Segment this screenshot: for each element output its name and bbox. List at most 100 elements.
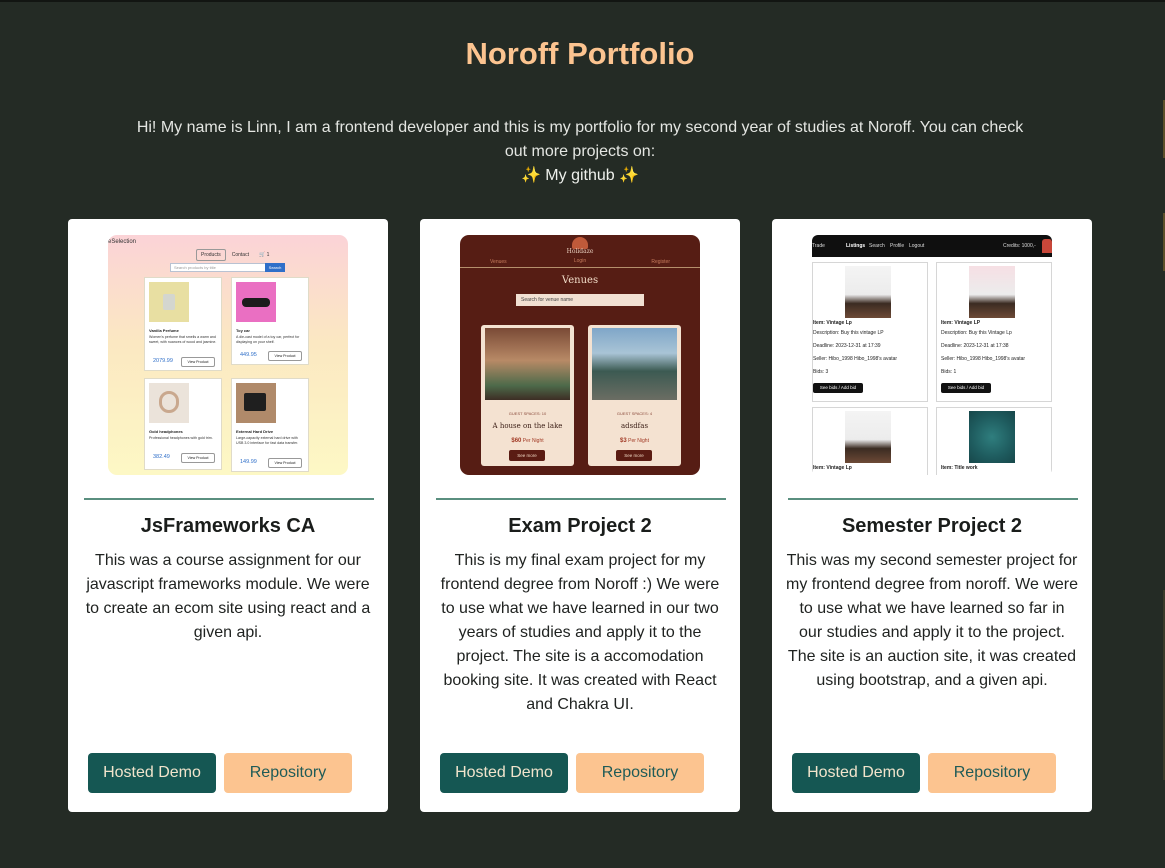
perfume-image	[149, 282, 189, 322]
venue-see-more-button: See more	[616, 450, 652, 461]
thumbnail-brand: Trade	[812, 243, 825, 249]
intro-paragraph: Hi! My name is Linn, I am a frontend dev…	[136, 119, 1024, 160]
listing-item: Item: Vintage Lp	[813, 320, 852, 326]
hosted-demo-button[interactable]: Hosted Demo	[792, 753, 920, 793]
listing-desc: Description: Buy this vintage LP	[813, 330, 884, 336]
project-title: Semester Project 2	[841, 515, 1023, 537]
project-screenshot: eSelection Products Contact 🛒 1 Search pro…	[108, 235, 348, 475]
product-price: 2079.99	[153, 358, 173, 364]
repository-button[interactable]: Repository	[224, 753, 352, 793]
page-title: Noroff Portfolio	[465, 36, 695, 71]
product-title: Vanilla Perfume	[149, 328, 179, 333]
product-price: 449.95	[240, 352, 257, 358]
thumbnail-listing-card: Item: Vintage Lp Description: Buy this v…	[812, 262, 928, 402]
listing-bid-button: See bids / Add bid	[813, 383, 863, 393]
product-title: External Hard Drive	[236, 429, 274, 434]
thumbnail-logo-text: Holidaze	[566, 248, 594, 255]
listing-deadline: Deadline: 2023-12-31 at 17:39	[813, 343, 881, 349]
headphones-image	[149, 383, 189, 423]
thumbnail-cart-icon: 🛒 1	[258, 252, 270, 258]
vinyl-image	[845, 411, 891, 463]
thumbnail-product-card: Gold headphones Professional headphones …	[144, 378, 222, 470]
product-view-button: View Product	[268, 351, 302, 361]
thumbnail-heading: Venues	[561, 275, 599, 286]
thumbnail-brand: eSelection	[108, 239, 137, 245]
repository-button[interactable]: Repository	[928, 753, 1056, 793]
vinyl-image	[845, 266, 891, 318]
thumbnail-topbar: Trade Listings Search Profile Logout Cre…	[812, 235, 1052, 257]
project-description: This was my second semester project for …	[786, 552, 1078, 689]
thumbnail-nav-divider	[460, 267, 700, 268]
venue-price: $3 Per Night	[620, 438, 649, 444]
thumbnail-search-button: Search	[265, 263, 285, 272]
thumbnail-listing-card: Item: Vintage Lp	[812, 407, 928, 475]
vinyl-image	[969, 266, 1015, 318]
listing-item: Item: Title work	[941, 465, 978, 471]
listing-seller: Seller: Hibo_1998 Hibo_1998's avatar	[941, 356, 1026, 362]
thumbnail-nav-register: Register	[651, 259, 670, 265]
thumbnail-nav-item: Profile	[890, 243, 905, 249]
thumbnail-product-card: External Hard Drive Large-capacity exter…	[231, 378, 309, 472]
project-description: This is my final exam project for my fro…	[440, 552, 720, 713]
project-description: This was a course assignment for our jav…	[85, 552, 371, 641]
thumbnail-credits: Credits: 1000,-	[1003, 243, 1036, 249]
product-view-button: View Product	[181, 453, 215, 463]
hosted-demo-button[interactable]: Hosted Demo	[440, 753, 568, 793]
venue-see-more-button: See more	[509, 450, 545, 461]
product-desc: A die-cast model of a toy car, perfect f…	[236, 335, 300, 344]
venue-name: adsdfas	[620, 422, 649, 430]
thumbnail-nav-item: Products	[196, 249, 226, 261]
listing-bid-button: See bids / Add bid	[941, 383, 991, 393]
product-view-button: View Product	[268, 458, 302, 468]
listing-deadline: Deadline: 2023-12-31 at 17:38	[941, 343, 1009, 349]
artwork-image	[969, 411, 1015, 463]
product-title: Gold headphones	[149, 429, 183, 434]
thumbnail-product-card: Toy car A die-cast model of a toy car, p…	[231, 277, 309, 365]
venue-image	[485, 328, 570, 400]
thumbnail-nav-item: Search	[869, 243, 885, 249]
product-desc: Large-capacity external hard drive with …	[236, 436, 299, 445]
venue-name: A house on the lake	[492, 422, 563, 430]
project-screenshot: Trade Listings Search Profile Logout Cre…	[812, 235, 1052, 475]
project-title: JsFrameworks CA	[140, 515, 316, 537]
card-divider	[788, 498, 1078, 500]
product-desc: Women's perfume that smells a warm and s…	[149, 335, 217, 344]
listing-seller: Seller: Hibo_1998 Hibo_1998's avatar	[813, 356, 898, 362]
toy-car-image	[236, 282, 276, 322]
repository-button[interactable]: Repository	[576, 753, 704, 793]
thumbnail-nav-item: Logout	[909, 243, 925, 249]
project-screenshot: Holidaze Venues Login Register Venues Se…	[460, 235, 700, 475]
project-card: Holidaze Venues Login Register Venues Se…	[420, 219, 740, 812]
thumbnail-nav: Products Contact 🛒 1	[196, 249, 275, 261]
hard-drive-image	[236, 383, 276, 423]
project-title: Exam Project 2	[508, 515, 652, 537]
card-divider	[436, 498, 726, 500]
listing-bids: Bids: 3	[813, 369, 829, 375]
listing-bids: Bids: 1	[941, 369, 957, 375]
thumbnail-search-input: Search for venue name	[516, 294, 644, 306]
listing-item: Item: Vintage LP	[941, 320, 981, 326]
venue-guests: GUEST SPACES: 4	[616, 411, 653, 416]
project-card: Trade Listings Search Profile Logout Cre…	[772, 219, 1092, 812]
thumbnail-nav-item: Listings	[846, 243, 866, 249]
product-view-button: View Product	[181, 357, 215, 367]
project-card: eSelection Products Contact 🛒 1 Search pro…	[68, 219, 388, 812]
product-price: 149.99	[240, 459, 257, 465]
window-top-border	[0, 0, 1165, 2]
venue-price: $60 Per Night	[511, 438, 544, 444]
product-price: 382.49	[153, 454, 170, 460]
thumbnail-product-card: Vanilla Perfume Women's perfume that sme…	[144, 277, 222, 371]
venue-image	[592, 328, 677, 400]
listing-desc: Description: Buy this Vintage Lp	[941, 330, 1012, 336]
thumbnail-venue-card: GUEST SPACES: 10 A house on the lake $60…	[481, 325, 574, 466]
listing-item: Item: Vintage Lp	[813, 465, 852, 471]
hosted-demo-button[interactable]: Hosted Demo	[88, 753, 216, 793]
card-divider	[84, 498, 374, 500]
thumbnail-listing-card: Item: Title work	[936, 407, 1052, 475]
thumbnail-logo-icon	[1042, 239, 1052, 253]
thumbnail-nav-item: Contact	[231, 252, 249, 258]
product-desc: Professional headphones with gold trim.	[149, 436, 213, 440]
product-title: Toy car	[236, 328, 250, 333]
github-link[interactable]: ✨ My github ✨	[130, 164, 1030, 188]
thumbnail-listing-card: Item: Vintage LP Description: Buy this V…	[936, 262, 1052, 402]
